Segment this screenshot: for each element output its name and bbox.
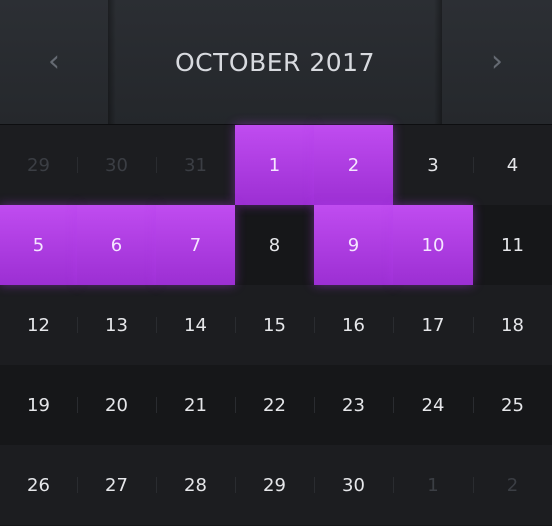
day-number: 11 bbox=[501, 234, 524, 256]
calendar-week-row: 19 20 21 22 23 24 25 bbox=[0, 365, 552, 445]
day-number: 1 bbox=[268, 154, 281, 176]
calendar-day[interactable]: 16 bbox=[314, 285, 394, 365]
day-number: 22 bbox=[263, 394, 286, 416]
day-number: 24 bbox=[421, 394, 445, 416]
calendar-week-row: 26 27 28 29 30 1 2 bbox=[0, 445, 552, 525]
calendar-day[interactable]: 3 bbox=[393, 125, 474, 205]
day-number: 17 bbox=[421, 314, 445, 336]
day-number: 19 bbox=[27, 394, 50, 416]
calendar-day[interactable]: 12 bbox=[0, 285, 78, 365]
day-number: 20 bbox=[105, 394, 128, 416]
calendar-day[interactable]: 23 bbox=[314, 365, 394, 445]
day-number: 21 bbox=[184, 394, 207, 416]
calendar-day[interactable]: 30 bbox=[314, 445, 394, 525]
calendar-week-row: 12 13 14 15 16 17 18 bbox=[0, 285, 552, 365]
calendar-day[interactable]: 13 bbox=[77, 285, 157, 365]
day-number: 26 bbox=[27, 474, 50, 496]
day-number: 2 bbox=[347, 154, 360, 176]
calendar-day-selected[interactable]: 7 bbox=[156, 205, 235, 285]
calendar-day[interactable]: 17 bbox=[393, 285, 474, 365]
chevron-right-icon: › bbox=[491, 44, 503, 79]
day-number: 4 bbox=[506, 154, 519, 176]
calendar-day[interactable]: 18 bbox=[473, 285, 552, 365]
calendar-day[interactable]: 15 bbox=[235, 285, 315, 365]
day-number: 23 bbox=[342, 394, 365, 416]
calendar-day-selected[interactable]: 2 bbox=[314, 125, 393, 205]
day-number: 18 bbox=[501, 314, 524, 336]
calendar-week-row: 29 30 31 1 2 3 4 bbox=[0, 125, 552, 205]
calendar-grid: 29 30 31 1 2 3 4 5 6 7 8 9 10 11 12 13 14 15 16 17 18 19 20 21 2… bbox=[0, 125, 552, 526]
day-number: 27 bbox=[105, 474, 128, 496]
calendar-day-outside-month[interactable]: 30 bbox=[77, 125, 157, 205]
day-number: 30 bbox=[342, 474, 365, 496]
calendar-day[interactable]: 19 bbox=[0, 365, 78, 445]
month-title: OCTOBER 2017 bbox=[175, 47, 375, 77]
day-number: 10 bbox=[421, 234, 445, 256]
day-number: 8 bbox=[268, 234, 281, 256]
calendar-day[interactable]: 11 bbox=[473, 205, 552, 285]
calendar-day-outside-month[interactable]: 1 bbox=[393, 445, 474, 525]
calendar-day[interactable]: 24 bbox=[393, 365, 474, 445]
calendar-day[interactable]: 29 bbox=[235, 445, 315, 525]
day-number: 5 bbox=[32, 234, 45, 256]
calendar-header: ‹ OCTOBER 2017 › bbox=[0, 0, 552, 125]
calendar-day[interactable]: 27 bbox=[77, 445, 157, 525]
calendar-day-outside-month[interactable]: 2 bbox=[473, 445, 552, 525]
day-number: 3 bbox=[427, 154, 439, 176]
calendar-day[interactable]: 21 bbox=[156, 365, 236, 445]
calendar-widget: ‹ OCTOBER 2017 › 29 30 31 1 2 3 4 5 6 7 8 9 10 11 12 13… bbox=[0, 0, 552, 526]
calendar-day-selected[interactable]: 6 bbox=[77, 205, 156, 285]
day-number: 29 bbox=[263, 474, 286, 496]
calendar-day[interactable]: 28 bbox=[156, 445, 236, 525]
day-number: 14 bbox=[184, 314, 207, 336]
day-number: 6 bbox=[110, 234, 123, 256]
calendar-day[interactable]: 8 bbox=[235, 205, 315, 285]
chevron-left-icon: ‹ bbox=[48, 44, 60, 79]
day-number: 30 bbox=[105, 154, 128, 176]
calendar-day[interactable]: 14 bbox=[156, 285, 236, 365]
calendar-week-row: 5 6 7 8 9 10 11 bbox=[0, 205, 552, 285]
day-number: 13 bbox=[105, 314, 128, 336]
day-number: 31 bbox=[184, 154, 207, 176]
day-number: 28 bbox=[184, 474, 207, 496]
calendar-day[interactable]: 25 bbox=[473, 365, 552, 445]
calendar-day-outside-month[interactable]: 29 bbox=[0, 125, 78, 205]
day-number: 25 bbox=[501, 394, 524, 416]
calendar-day-outside-month[interactable]: 31 bbox=[156, 125, 236, 205]
day-number: 7 bbox=[189, 234, 202, 256]
header-separator bbox=[434, 0, 442, 124]
day-number: 1 bbox=[427, 474, 439, 496]
day-number: 9 bbox=[347, 234, 360, 256]
calendar-day-selected[interactable]: 1 bbox=[235, 125, 314, 205]
calendar-day[interactable]: 26 bbox=[0, 445, 78, 525]
calendar-day-selected[interactable]: 5 bbox=[0, 205, 77, 285]
day-number: 12 bbox=[27, 314, 50, 336]
calendar-day[interactable]: 4 bbox=[473, 125, 552, 205]
calendar-day[interactable]: 20 bbox=[77, 365, 157, 445]
day-number: 2 bbox=[506, 474, 519, 496]
calendar-day[interactable]: 22 bbox=[235, 365, 315, 445]
prev-month-button[interactable]: ‹ bbox=[0, 0, 108, 124]
next-month-button[interactable]: › bbox=[442, 0, 552, 124]
calendar-day-selected[interactable]: 10 bbox=[393, 205, 473, 285]
day-number: 16 bbox=[342, 314, 365, 336]
day-number: 15 bbox=[263, 314, 286, 336]
calendar-day-selected[interactable]: 9 bbox=[314, 205, 393, 285]
day-number: 29 bbox=[27, 154, 50, 176]
